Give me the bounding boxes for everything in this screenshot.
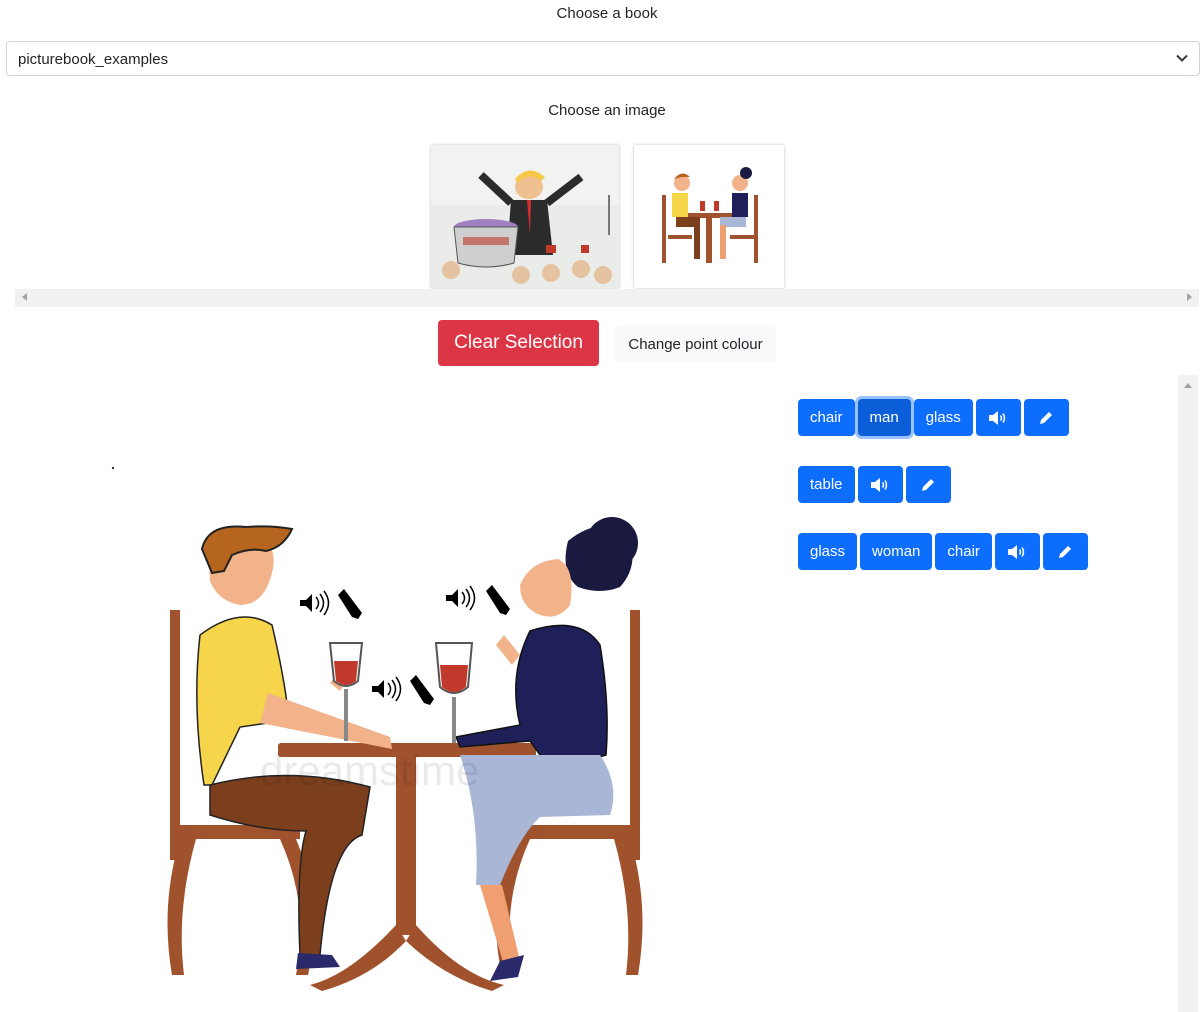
tag-button[interactable]: glass xyxy=(913,399,973,436)
tag-row-2: table xyxy=(798,466,951,503)
scroll-left-arrow-icon[interactable] xyxy=(22,293,27,301)
speak-button[interactable] xyxy=(857,466,903,503)
annotated-image[interactable]: dreamstime xyxy=(100,455,720,1005)
pencil-icon xyxy=(486,585,510,615)
speak-button[interactable] xyxy=(994,533,1040,570)
pencil-icon xyxy=(338,589,362,619)
edit-button[interactable] xyxy=(905,466,951,503)
scroll-up-arrow-icon[interactable] xyxy=(1184,383,1192,388)
speaker-icon xyxy=(989,410,1006,425)
pencil-icon xyxy=(1059,545,1072,558)
tag-button[interactable]: chair xyxy=(935,533,992,570)
pencil-icon xyxy=(1040,411,1053,424)
speaker-icon xyxy=(300,590,330,616)
couple-thumbnail[interactable] xyxy=(634,145,784,288)
pencil-icon xyxy=(410,675,434,705)
change-point-colour-button[interactable]: Change point colour xyxy=(615,325,776,362)
tag-row-3: glass woman chair xyxy=(798,533,1088,570)
clear-selection-button[interactable]: Clear Selection xyxy=(438,320,599,366)
tag-row-1: chair man glass xyxy=(798,399,1069,436)
book-select-value: picturebook_examples xyxy=(18,51,169,68)
scroll-right-arrow-icon[interactable] xyxy=(1187,293,1192,301)
image-label: Choose an image xyxy=(548,102,666,119)
pencil-icon xyxy=(922,478,935,491)
speak-button[interactable] xyxy=(975,399,1021,436)
speaker-icon xyxy=(1008,544,1025,559)
tags-scrollbar[interactable] xyxy=(1178,375,1198,1012)
edit-button[interactable] xyxy=(1023,399,1069,436)
tag-button-active[interactable]: man xyxy=(857,399,911,436)
tag-button[interactable]: chair xyxy=(798,399,855,436)
cartoon-thumbnail[interactable] xyxy=(431,145,619,288)
speaker-icon xyxy=(372,676,402,702)
book-select[interactable]: picturebook_examples xyxy=(6,41,1200,76)
gallery-scrollbar[interactable] xyxy=(15,289,1199,307)
image-gallery xyxy=(15,140,1199,290)
book-label: Choose a book xyxy=(556,5,658,22)
chevron-down-icon xyxy=(1176,54,1188,62)
tag-button[interactable]: woman xyxy=(860,533,933,570)
edit-button[interactable] xyxy=(1042,533,1088,570)
tag-button[interactable]: glass xyxy=(798,533,858,570)
tag-button[interactable]: table xyxy=(798,466,855,503)
svg-text:dreamstime: dreamstime xyxy=(260,747,479,794)
speaker-icon xyxy=(871,477,888,492)
speaker-icon xyxy=(446,585,476,611)
